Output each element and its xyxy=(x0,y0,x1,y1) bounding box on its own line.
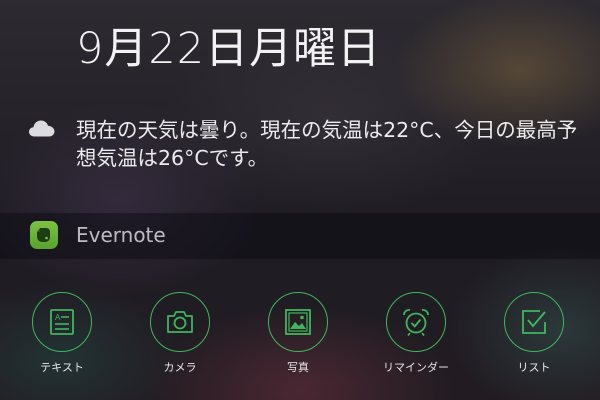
today-date: 9月22日月曜日 xyxy=(76,24,382,74)
checkbox-icon xyxy=(522,310,546,334)
action-circle[interactable] xyxy=(386,292,446,352)
action-circle[interactable] xyxy=(150,292,210,352)
action-label: テキスト xyxy=(40,361,84,374)
action-label: カメラ xyxy=(163,361,197,374)
camera-icon xyxy=(167,311,193,333)
alarm-clock-icon xyxy=(403,309,429,337)
action-label: リマインダー xyxy=(383,361,449,374)
action-list[interactable]: リスト xyxy=(479,292,589,382)
action-label: リスト xyxy=(517,361,551,374)
cloud-icon xyxy=(29,120,55,137)
text-note-icon: A xyxy=(50,309,74,335)
action-label: 写真 xyxy=(287,361,309,374)
action-photo[interactable]: 写真 xyxy=(243,292,353,382)
action-circle[interactable]: A xyxy=(32,292,92,352)
action-circle[interactable] xyxy=(504,292,564,352)
photo-icon xyxy=(285,309,311,335)
action-camera[interactable]: カメラ xyxy=(125,292,235,382)
action-circle[interactable] xyxy=(268,292,328,352)
weather-summary: 現在の天気は曇り。現在の気温は22°C、今日の最高予想気温は26°Cです。 xyxy=(76,118,578,170)
app-name: Evernote xyxy=(76,223,166,247)
svg-text:A: A xyxy=(55,313,61,322)
elephant-glyph-icon xyxy=(37,228,50,242)
action-reminder[interactable]: リマインダー xyxy=(361,292,471,382)
evernote-elephant-icon[interactable] xyxy=(30,221,58,249)
action-text-note[interactable]: A テキスト xyxy=(7,292,117,382)
